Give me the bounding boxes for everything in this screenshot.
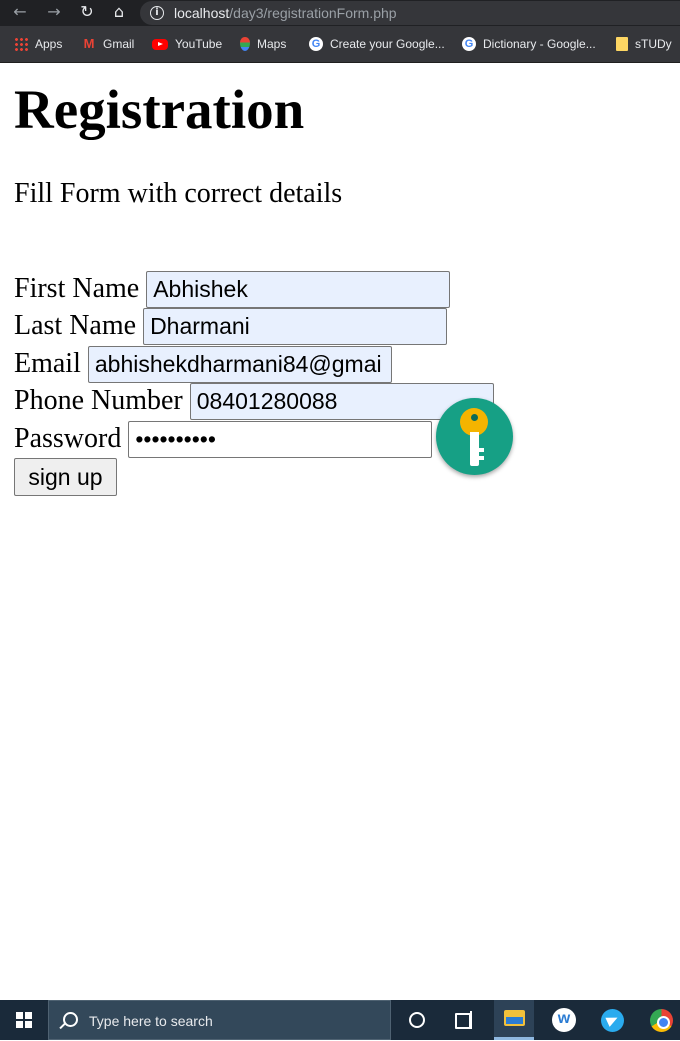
bookmarks-bar: Apps M Gmail YouTube Maps G Create your … (0, 26, 680, 63)
url-host: localhost (174, 5, 230, 21)
cortana-icon[interactable] (398, 1000, 438, 1040)
password-label: Password (14, 423, 122, 454)
google-icon: G (309, 37, 323, 51)
key-icon-tooth (478, 456, 484, 460)
bookmark-label: sTUDy (635, 37, 672, 51)
phone-label: Phone Number (14, 385, 183, 416)
last-name-input[interactable]: Dharmani (143, 307, 448, 345)
search-icon (63, 1012, 78, 1027)
bookmark-maps[interactable]: Maps (240, 26, 286, 62)
last-name-label: Last Name (14, 310, 137, 341)
password-manager-key-button[interactable] (436, 398, 513, 475)
info-icon[interactable]: i (150, 6, 164, 20)
bookmark-label: Maps (257, 37, 287, 51)
bookmark-label: YouTube (175, 37, 223, 51)
youtube-icon (152, 38, 168, 50)
chrome-icon[interactable] (640, 1000, 680, 1040)
bookmark-create-google[interactable]: G Create your Google... (309, 26, 445, 62)
first-name-label: First Name (14, 273, 140, 304)
apps-grid-icon (14, 37, 28, 51)
bookmark-dictionary[interactable]: G Dictionary - Google... (462, 26, 596, 62)
email-label: Email (14, 348, 81, 379)
key-icon-hole (471, 414, 478, 421)
key-icon-tooth (478, 448, 484, 452)
maps-icon (240, 37, 250, 51)
w-app-icon[interactable] (544, 1000, 584, 1040)
email-input[interactable]: abhishekdharmani84@gmai (87, 345, 392, 383)
gmail-icon: M (83, 36, 95, 51)
task-view-icon[interactable] (444, 1000, 484, 1040)
sign-up-button[interactable]: sign up (14, 458, 117, 496)
browser-toolbar: ← → ↻ ⌂ i localhost/day3/registrationFor… (0, 0, 680, 26)
folder-icon (616, 37, 628, 51)
reload-icon[interactable]: ↻ (75, 0, 99, 26)
bookmark-label: Apps (35, 37, 63, 51)
taskbar: Type here to search (0, 1000, 680, 1040)
bookmark-youtube[interactable]: YouTube (152, 26, 222, 62)
bookmark-gmail[interactable]: M Gmail (82, 26, 135, 62)
phone-row: Phone Number 08401280088 (14, 382, 494, 420)
last-name-row: Last Name Dharmani (14, 307, 448, 345)
first-name-row: First Name Abhishek (14, 270, 451, 308)
forward-arrow-icon[interactable]: → (42, 0, 66, 26)
address-bar[interactable]: i localhost/day3/registrationForm.php (140, 1, 680, 25)
bookmark-study-folder[interactable]: sTUDy (616, 26, 672, 62)
page-title: Registration (14, 79, 305, 140)
bookmark-label: Gmail (103, 37, 135, 51)
first-name-input[interactable]: Abhishek (146, 270, 451, 308)
home-icon[interactable]: ⌂ (107, 0, 131, 26)
email-row: Email abhishekdharmani84@gmai (14, 345, 392, 383)
google-icon: G (462, 37, 476, 51)
bookmark-apps[interactable]: Apps (14, 26, 62, 62)
bookmark-label: Dictionary - Google... (483, 37, 596, 51)
password-input[interactable]: •••••••••• (128, 420, 433, 458)
bookmark-label: Create your Google... (330, 37, 445, 51)
taskbar-search-placeholder: Type here to search (89, 1013, 213, 1029)
password-row: Password •••••••••• (14, 420, 433, 458)
telegram-icon[interactable] (592, 1000, 632, 1040)
taskbar-search-box[interactable]: Type here to search (48, 1000, 391, 1040)
windows-start-icon[interactable] (16, 1012, 32, 1028)
file-explorer-icon[interactable] (494, 1000, 534, 1040)
url-path: /day3/registrationForm.php (229, 5, 397, 21)
url-text[interactable]: localhost/day3/registrationForm.php (174, 5, 397, 21)
form-subtitle: Fill Form with correct details (14, 178, 343, 209)
back-arrow-icon[interactable]: ← (8, 0, 32, 26)
